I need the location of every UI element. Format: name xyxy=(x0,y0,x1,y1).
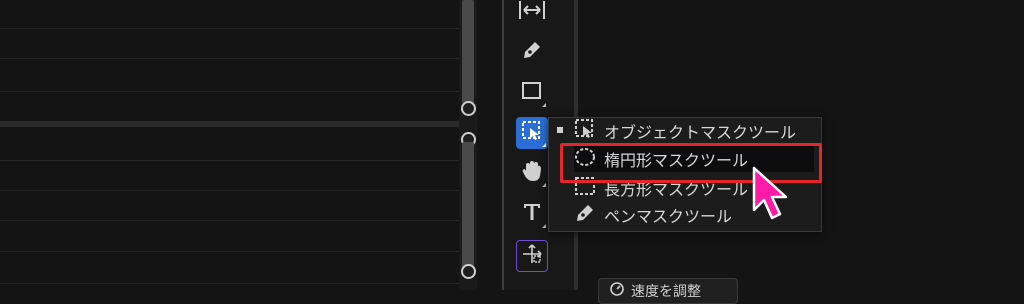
menu-item-object-mask[interactable]: オブジェクトマスクツール xyxy=(574,118,814,144)
track-divider xyxy=(0,58,460,59)
track-divider xyxy=(0,160,460,161)
pen-mask-icon xyxy=(574,202,596,228)
active-tool-bullet xyxy=(557,127,563,133)
scroll-thumb-upper[interactable] xyxy=(462,0,474,104)
transform-tool-button[interactable] xyxy=(516,240,548,272)
track-divider xyxy=(0,91,460,92)
hand-tool-button[interactable] xyxy=(516,157,548,189)
track-divider xyxy=(0,28,460,29)
scroll-thumb-handle[interactable] xyxy=(461,264,476,279)
text-tool-icon xyxy=(521,201,543,227)
range-icon xyxy=(518,0,546,25)
track-divider xyxy=(0,190,460,191)
text-tool-button[interactable] xyxy=(516,198,548,230)
object-mask-tool-button[interactable] xyxy=(516,117,548,149)
hand-tool-icon xyxy=(521,159,543,187)
rectangle-tool-button[interactable] xyxy=(516,77,548,109)
submenu-indicator xyxy=(542,224,546,228)
track-divider xyxy=(0,251,460,252)
track-split xyxy=(0,121,460,127)
scroll-thumb-lower[interactable] xyxy=(462,142,474,270)
adjust-speed-label: 速度を調整 xyxy=(631,284,701,300)
submenu-indicator xyxy=(542,103,546,107)
timeline-area xyxy=(0,0,460,290)
track-divider xyxy=(0,283,460,284)
submenu-indicator xyxy=(542,143,546,147)
menu-item-label: オブジェクトマスクツール xyxy=(604,123,797,142)
rectangle-tool-icon xyxy=(521,81,543,105)
menu-item-label: ペンマスクツール xyxy=(604,207,733,226)
transform-tool-icon xyxy=(521,243,543,269)
adjust-speed-button[interactable]: 速度を調整 xyxy=(598,278,738,304)
object-mask-tool-icon xyxy=(521,120,543,146)
track-divider xyxy=(0,220,460,221)
speed-icon xyxy=(609,281,625,301)
mouse-cursor-icon xyxy=(748,166,798,222)
range-tool-button[interactable] xyxy=(516,0,548,28)
scroll-thumb-handle[interactable] xyxy=(461,101,476,116)
pen-tool-button[interactable] xyxy=(516,36,548,68)
pen-tool-icon xyxy=(521,39,543,65)
submenu-indicator xyxy=(542,183,546,187)
object-mask-icon xyxy=(574,118,596,144)
